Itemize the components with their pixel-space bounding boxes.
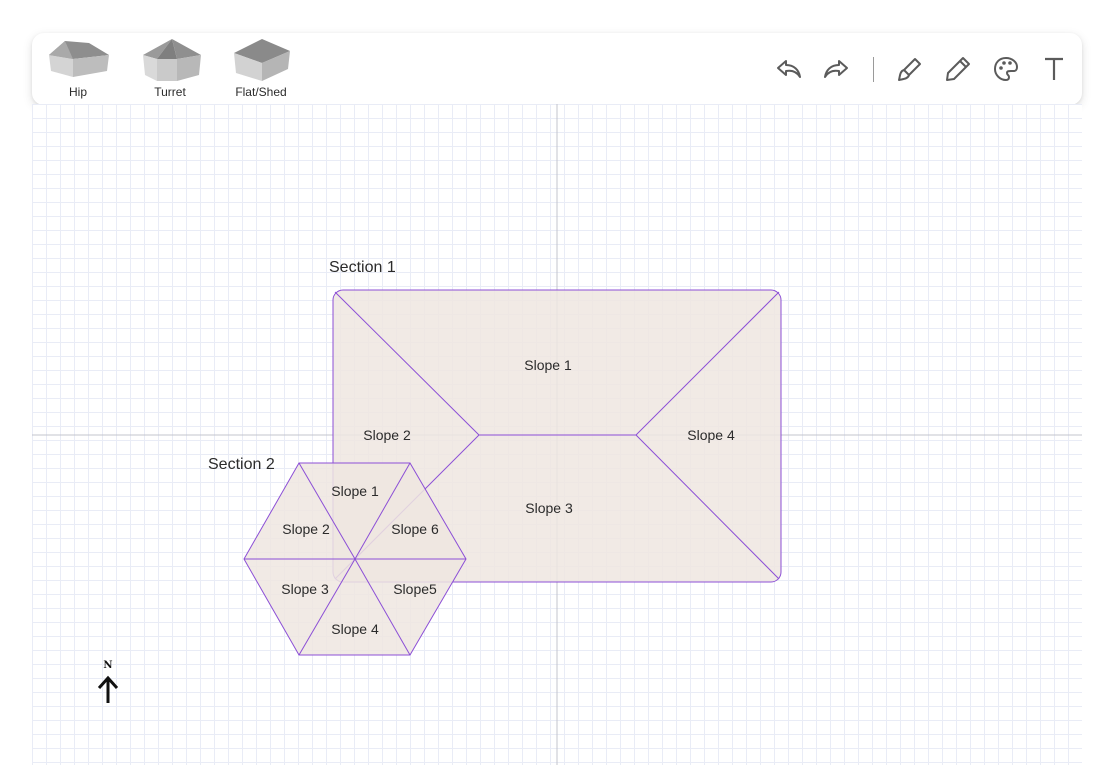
undo-button[interactable] [774,54,804,84]
north-compass: N [97,660,119,703]
palette-icon [994,57,1018,81]
section-2-slope-label: Slope5 [393,581,437,597]
palette-button[interactable] [991,54,1021,84]
section-1-slope-label: Slope 2 [363,427,411,443]
north-arrow-icon [97,675,119,703]
brush-button[interactable] [895,54,925,84]
undo-icon [777,60,801,78]
section-2-slope-label: Slope 4 [331,621,379,637]
flat-shed-roof-icon [234,39,290,81]
hip-shape-button[interactable]: Hip [42,35,114,103]
flat-shed-shape-button[interactable]: Flat/Shed [225,35,297,103]
brush-icon [898,58,921,81]
flat-shed-shape-label: Flat/Shed [235,85,287,99]
section-2-slope-label: Slope 2 [282,521,330,537]
hip-shape-label: Hip [68,85,87,99]
section-2-label: Section 2 [208,456,275,473]
redo-icon [824,60,848,78]
north-label: N [103,660,112,671]
pencil-icon [946,57,970,81]
section-2-slope-label: Slope 1 [331,483,379,499]
section-2-slope-label: Slope 6 [391,521,439,537]
toolbar-divider [873,57,874,82]
section-1-slope-label: Slope 4 [687,427,735,443]
drawing-canvas[interactable]: Section 1 Slope 1 Slope 2 Slope 3 Slope … [32,104,1082,765]
pencil-button[interactable] [943,54,973,84]
roof-diagram[interactable]: Section 1 Slope 1 Slope 2 Slope 3 Slope … [32,104,1082,765]
section-1-slope-label: Slope 3 [525,500,573,516]
text-icon [1045,57,1063,80]
text-button[interactable] [1039,54,1069,84]
section-1-label: Section 1 [329,259,396,276]
section-2-slope-label: Slope 3 [281,581,329,597]
turret-shape-label: Turret [154,85,186,99]
redo-button[interactable] [821,54,851,84]
section-1-slope-label: Slope 1 [524,357,572,373]
turret-roof-icon [143,39,201,81]
turret-shape-button[interactable]: Turret [134,35,206,103]
hip-roof-icon [49,41,109,77]
toolbar: Hip Turret Flat/Shed [32,33,1082,105]
